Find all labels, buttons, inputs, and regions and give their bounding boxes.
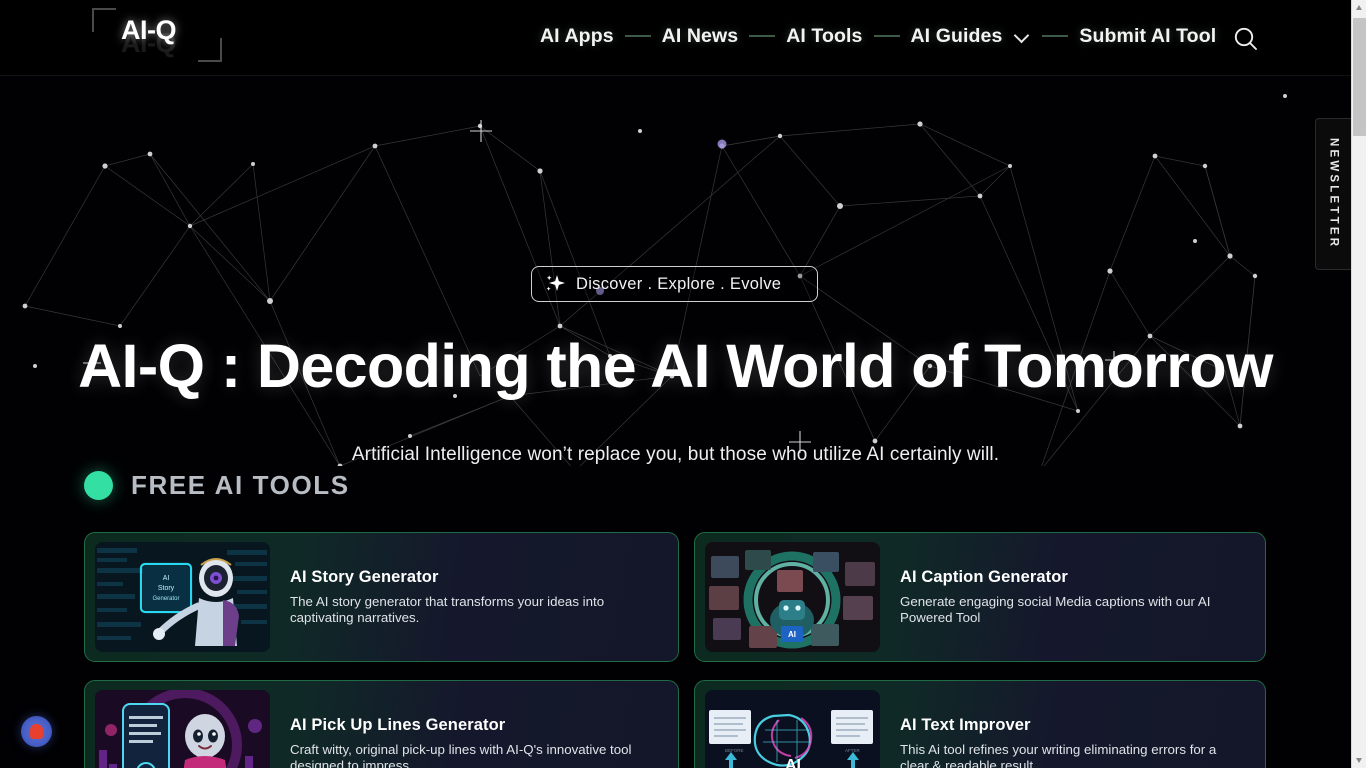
card-title: AI Caption Generator <box>900 567 1068 586</box>
nav-item-ai-apps[interactable]: AI Apps <box>540 25 614 48</box>
card-body: AI Pick Up Lines Generator Craft witty, … <box>270 716 668 768</box>
nav-item-ai-guides[interactable]: AI Guides <box>911 25 1003 48</box>
browser-viewport: AI-Q AI-Q AI Apps AI News AI Tools AI Gu… <box>0 0 1366 768</box>
tool-card-ai-pick-up-lines-generator[interactable]: AI Pick Up Lines Generator Craft witty, … <box>84 680 679 768</box>
page-content: AI-Q AI-Q AI Apps AI News AI Tools AI Gu… <box>0 0 1351 768</box>
hero-subtitle: Artificial Intelligence won’t replace yo… <box>351 444 1000 465</box>
free-ai-tools-grid: AI Story Generator AI Story Generator Th… <box>84 532 1266 768</box>
nav-item-ai-news[interactable]: AI News <box>662 25 739 48</box>
scrollbar-up-arrow-icon[interactable] <box>1352 0 1366 16</box>
svg-text:BEFORE: BEFORE <box>725 748 744 753</box>
card-description: Generate engaging social Media captions … <box>900 593 1211 625</box>
card-thumb-ai-pick-up-lines-generator <box>95 690 270 768</box>
card-thumb-ai-text-improver: AI TEXT IMPROVER BEFORE AFTER <box>705 690 880 768</box>
free-ai-tools-heading: FREE AI TOOLS <box>84 470 350 501</box>
tool-card-ai-story-generator[interactable]: AI Story Generator AI Story Generator Th… <box>84 532 679 662</box>
logo-text: AI-Q <box>121 15 177 45</box>
hero-title: AI-Q : Decoding the AI World of Tomorrow <box>78 332 1273 400</box>
section-title: FREE AI TOOLS <box>131 470 350 500</box>
nav-item-submit-ai-tool[interactable]: Submit AI Tool <box>1079 25 1216 48</box>
tool-card-ai-caption-generator[interactable]: AI AI Caption Generator Generate engagin… <box>694 532 1266 662</box>
newsletter-tab-label: NEWSLETTER <box>1327 138 1340 250</box>
page-scrollbar[interactable] <box>1351 0 1366 768</box>
bell-icon <box>30 724 43 739</box>
svg-text:AI: AI <box>788 630 796 639</box>
card-title: AI Pick Up Lines Generator <box>290 715 506 734</box>
svg-text:AI: AI <box>163 575 170 582</box>
notification-widget[interactable] <box>21 716 52 747</box>
hero-badge[interactable]: Discover . Explore . Evolve <box>531 266 818 302</box>
card-description: Craft witty, original pick-up lines with… <box>290 741 632 768</box>
nav-separator <box>1042 35 1069 37</box>
nav-item-ai-tools[interactable]: AI Tools <box>786 25 862 48</box>
hero-section: Discover . Explore . Evolve AI-Q : Decod… <box>0 76 1351 466</box>
card-body: AI Caption Generator Generate engaging s… <box>880 568 1255 626</box>
sparkle-icon <box>546 275 565 291</box>
card-thumb-ai-caption-generator: AI <box>705 542 880 652</box>
site-logo[interactable]: AI-Q AI-Q <box>92 8 222 66</box>
card-title: AI Story Generator <box>290 567 439 586</box>
svg-text:Story: Story <box>158 585 175 592</box>
main-navigation: AI Apps AI News AI Tools AI Guides Submi… <box>540 20 1216 52</box>
hero-badge-text: Discover . Explore . Evolve <box>576 274 782 293</box>
card-body: AI Story Generator The AI story generato… <box>270 568 668 626</box>
card-body: AI Text Improver This Ai tool refines yo… <box>880 716 1255 768</box>
tool-card-ai-text-improver[interactable]: AI TEXT IMPROVER BEFORE AFTER AI Text I <box>694 680 1266 768</box>
nav-separator <box>624 35 651 37</box>
svg-text:AI: AI <box>785 757 801 768</box>
site-header: AI-Q AI-Q AI Apps AI News AI Tools AI Gu… <box>0 0 1351 76</box>
search-icon[interactable] <box>1231 24 1261 54</box>
card-title: AI Text Improver <box>900 715 1031 734</box>
section-dot-icon <box>84 471 113 500</box>
newsletter-tab[interactable]: NEWSLETTER <box>1315 118 1351 270</box>
nav-separator <box>873 35 900 37</box>
scrollbar-down-arrow-icon[interactable] <box>1352 752 1366 768</box>
svg-text:AFTER: AFTER <box>845 748 861 753</box>
card-description: The AI story generator that transforms y… <box>290 593 605 625</box>
chevron-down-icon[interactable] <box>1015 29 1029 43</box>
card-description: This Ai tool refines your writing elimin… <box>900 741 1217 768</box>
card-thumb-ai-story-generator: AI Story Generator <box>95 542 270 652</box>
svg-text:Generator: Generator <box>152 596 179 602</box>
nav-separator <box>749 35 776 37</box>
scrollbar-thumb[interactable] <box>1353 18 1366 136</box>
